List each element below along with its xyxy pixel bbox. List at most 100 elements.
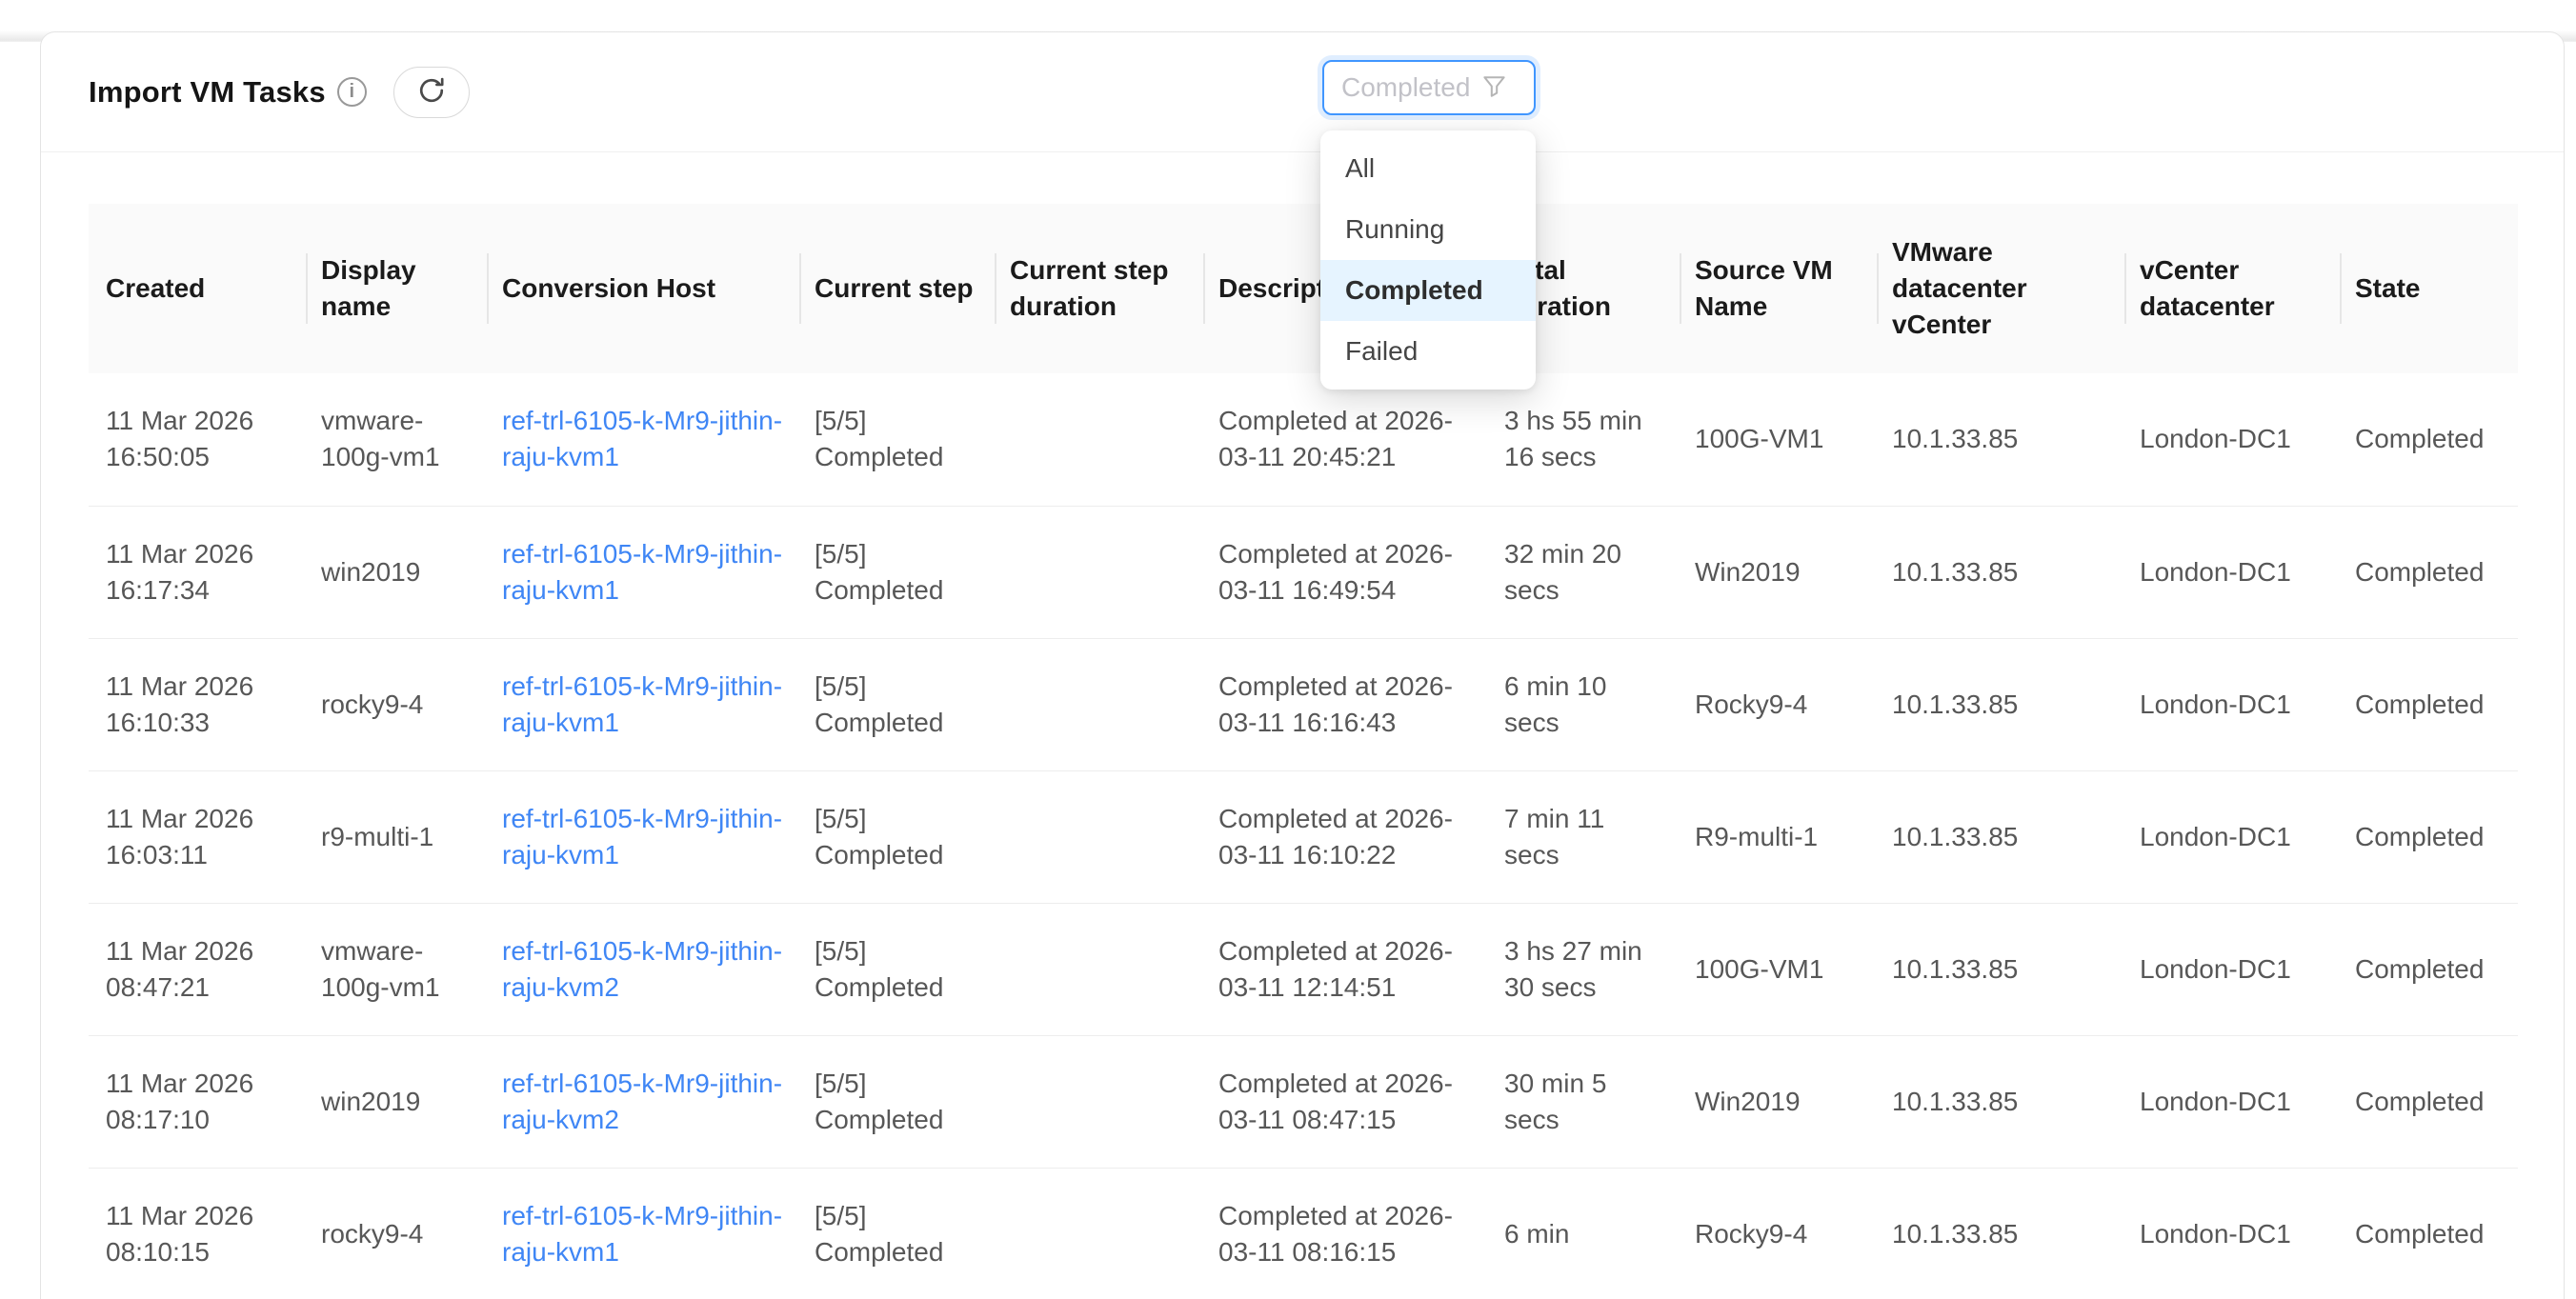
page-title: Import VM Tasks bbox=[89, 75, 326, 110]
conversion-host-link[interactable]: ref-trl-6105-k-Mr9-jithin-raju-kvm1 bbox=[502, 671, 782, 737]
column-header-current-step-duration: Current step duration bbox=[995, 204, 1203, 373]
funnel-filter-icon bbox=[1481, 73, 1507, 104]
cell-current-step-duration bbox=[995, 1168, 1203, 1299]
cell-vcenter-datacenter: London-DC1 bbox=[2124, 770, 2340, 903]
cell-current-step-duration bbox=[995, 770, 1203, 903]
cell-source-vm-name: Win2019 bbox=[1680, 1035, 1877, 1168]
cell-description: Completed at 2026-03-11 12:14:51 bbox=[1203, 903, 1489, 1035]
cell-current-step: [5/5] Completed bbox=[799, 770, 995, 903]
cell-state: Completed bbox=[2340, 903, 2518, 1035]
cell-description: Completed at 2026-03-11 20:45:21 bbox=[1203, 373, 1489, 506]
cell-current-step-duration bbox=[995, 638, 1203, 770]
cell-conversion-host: ref-trl-6105-k-Mr9-jithin-raju-kvm1 bbox=[487, 506, 799, 638]
cell-vcenter-datacenter: London-DC1 bbox=[2124, 638, 2340, 770]
cell-current-step: [5/5] Completed bbox=[799, 1035, 995, 1168]
cell-conversion-host: ref-trl-6105-k-Mr9-jithin-raju-kvm1 bbox=[487, 1168, 799, 1299]
cell-source-vm-name: Win2019 bbox=[1680, 506, 1877, 638]
table-row: 11 Mar 2026 16:17:34win2019ref-trl-6105-… bbox=[89, 506, 2518, 638]
conversion-host-link[interactable]: ref-trl-6105-k-Mr9-jithin-raju-kvm1 bbox=[502, 406, 782, 471]
cell-state: Completed bbox=[2340, 506, 2518, 638]
cell-created: 11 Mar 2026 08:10:15 bbox=[89, 1168, 306, 1299]
cell-total-duration: 30 min 5 secs bbox=[1489, 1035, 1680, 1168]
cell-description: Completed at 2026-03-11 08:47:15 bbox=[1203, 1035, 1489, 1168]
cell-current-step: [5/5] Completed bbox=[799, 506, 995, 638]
info-circle-icon[interactable]: i bbox=[337, 77, 367, 107]
filter-option-all[interactable]: All bbox=[1320, 138, 1536, 199]
cell-created: 11 Mar 2026 16:03:11 bbox=[89, 770, 306, 903]
cell-description: Completed at 2026-03-11 16:10:22 bbox=[1203, 770, 1489, 903]
conversion-host-link[interactable]: ref-trl-6105-k-Mr9-jithin-raju-kvm2 bbox=[502, 936, 782, 1002]
table-row: 11 Mar 2026 16:03:11r9-multi-1ref-trl-61… bbox=[89, 770, 2518, 903]
conversion-host-link[interactable]: ref-trl-6105-k-Mr9-jithin-raju-kvm1 bbox=[502, 804, 782, 869]
cell-created: 11 Mar 2026 16:10:33 bbox=[89, 638, 306, 770]
cell-conversion-host: ref-trl-6105-k-Mr9-jithin-raju-kvm2 bbox=[487, 1035, 799, 1168]
column-header-vmware-datacenter-vcenter: VMware datacenter vCenter bbox=[1877, 204, 2124, 373]
cell-vmware-datacenter-vcenter: 10.1.33.85 bbox=[1877, 1035, 2124, 1168]
cell-created: 11 Mar 2026 08:17:10 bbox=[89, 1035, 306, 1168]
cell-display-name: rocky9-4 bbox=[306, 1168, 487, 1299]
cell-conversion-host: ref-trl-6105-k-Mr9-jithin-raju-kvm1 bbox=[487, 638, 799, 770]
cell-conversion-host: ref-trl-6105-k-Mr9-jithin-raju-kvm1 bbox=[487, 770, 799, 903]
conversion-host-link[interactable]: ref-trl-6105-k-Mr9-jithin-raju-kvm1 bbox=[502, 1201, 782, 1267]
tasks-table: CreatedDisplay nameConversion HostCurren… bbox=[89, 204, 2518, 1299]
card-header: Import VM Tasks i bbox=[41, 32, 2564, 152]
cell-total-duration: 32 min 20 secs bbox=[1489, 506, 1680, 638]
refresh-button[interactable] bbox=[393, 67, 470, 118]
cell-vcenter-datacenter: London-DC1 bbox=[2124, 373, 2340, 506]
cell-total-duration: 7 min 11 secs bbox=[1489, 770, 1680, 903]
conversion-host-link[interactable]: ref-trl-6105-k-Mr9-jithin-raju-kvm1 bbox=[502, 539, 782, 605]
cell-vcenter-datacenter: London-DC1 bbox=[2124, 1035, 2340, 1168]
state-filter-dropdown-menu: AllRunningCompletedFailed bbox=[1320, 130, 1536, 390]
tasks-table-wrap: CreatedDisplay nameConversion HostCurren… bbox=[89, 204, 2516, 1299]
cell-total-duration: 6 min 10 secs bbox=[1489, 638, 1680, 770]
cell-current-step-duration bbox=[995, 1035, 1203, 1168]
cell-display-name: vmware-100g-vm1 bbox=[306, 373, 487, 506]
column-header-current-step: Current step bbox=[799, 204, 995, 373]
cell-current-step-duration bbox=[995, 903, 1203, 1035]
cell-current-step: [5/5] Completed bbox=[799, 373, 995, 506]
cell-total-duration: 6 min bbox=[1489, 1168, 1680, 1299]
cell-description: Completed at 2026-03-11 08:16:15 bbox=[1203, 1168, 1489, 1299]
cell-display-name: win2019 bbox=[306, 1035, 487, 1168]
cell-vmware-datacenter-vcenter: 10.1.33.85 bbox=[1877, 506, 2124, 638]
cell-created: 11 Mar 2026 16:50:05 bbox=[89, 373, 306, 506]
column-header-display-name: Display name bbox=[306, 204, 487, 373]
cell-vmware-datacenter-vcenter: 10.1.33.85 bbox=[1877, 638, 2124, 770]
cell-display-name: vmware-100g-vm1 bbox=[306, 903, 487, 1035]
cell-vmware-datacenter-vcenter: 10.1.33.85 bbox=[1877, 903, 2124, 1035]
cell-conversion-host: ref-trl-6105-k-Mr9-jithin-raju-kvm1 bbox=[487, 373, 799, 506]
filter-option-completed[interactable]: Completed bbox=[1320, 260, 1536, 321]
state-filter-select[interactable]: Completed bbox=[1322, 60, 1536, 115]
cell-total-duration: 3 hs 27 min 30 secs bbox=[1489, 903, 1680, 1035]
cell-conversion-host: ref-trl-6105-k-Mr9-jithin-raju-kvm2 bbox=[487, 903, 799, 1035]
conversion-host-link[interactable]: ref-trl-6105-k-Mr9-jithin-raju-kvm2 bbox=[502, 1069, 782, 1134]
cell-vmware-datacenter-vcenter: 10.1.33.85 bbox=[1877, 770, 2124, 903]
cell-state: Completed bbox=[2340, 373, 2518, 506]
column-header-source-vm-name: Source VM Name bbox=[1680, 204, 1877, 373]
import-vm-tasks-card: Import VM Tasks i CreatedDisplay nameCon… bbox=[40, 31, 2565, 1299]
column-header-state: State bbox=[2340, 204, 2518, 373]
table-row: 11 Mar 2026 08:17:10win2019ref-trl-6105-… bbox=[89, 1035, 2518, 1168]
cell-current-step-duration bbox=[995, 373, 1203, 506]
column-header-created: Created bbox=[89, 204, 306, 373]
cell-current-step-duration bbox=[995, 506, 1203, 638]
cell-display-name: r9-multi-1 bbox=[306, 770, 487, 903]
cell-description: Completed at 2026-03-11 16:49:54 bbox=[1203, 506, 1489, 638]
filter-option-failed[interactable]: Failed bbox=[1320, 321, 1536, 382]
cell-current-step: [5/5] Completed bbox=[799, 638, 995, 770]
column-header-conversion-host: Conversion Host bbox=[487, 204, 799, 373]
cell-display-name: win2019 bbox=[306, 506, 487, 638]
cell-vcenter-datacenter: London-DC1 bbox=[2124, 1168, 2340, 1299]
cell-state: Completed bbox=[2340, 1168, 2518, 1299]
cell-state: Completed bbox=[2340, 1035, 2518, 1168]
refresh-icon bbox=[415, 74, 448, 110]
cell-source-vm-name: 100G-VM1 bbox=[1680, 373, 1877, 506]
table-row: 11 Mar 2026 16:10:33rocky9-4ref-trl-6105… bbox=[89, 638, 2518, 770]
filter-option-running[interactable]: Running bbox=[1320, 199, 1536, 260]
table-row: 11 Mar 2026 16:50:05vmware-100g-vm1ref-t… bbox=[89, 373, 2518, 506]
cell-vmware-datacenter-vcenter: 10.1.33.85 bbox=[1877, 373, 2124, 506]
cell-source-vm-name: R9-multi-1 bbox=[1680, 770, 1877, 903]
cell-display-name: rocky9-4 bbox=[306, 638, 487, 770]
cell-source-vm-name: Rocky9-4 bbox=[1680, 1168, 1877, 1299]
cell-source-vm-name: 100G-VM1 bbox=[1680, 903, 1877, 1035]
